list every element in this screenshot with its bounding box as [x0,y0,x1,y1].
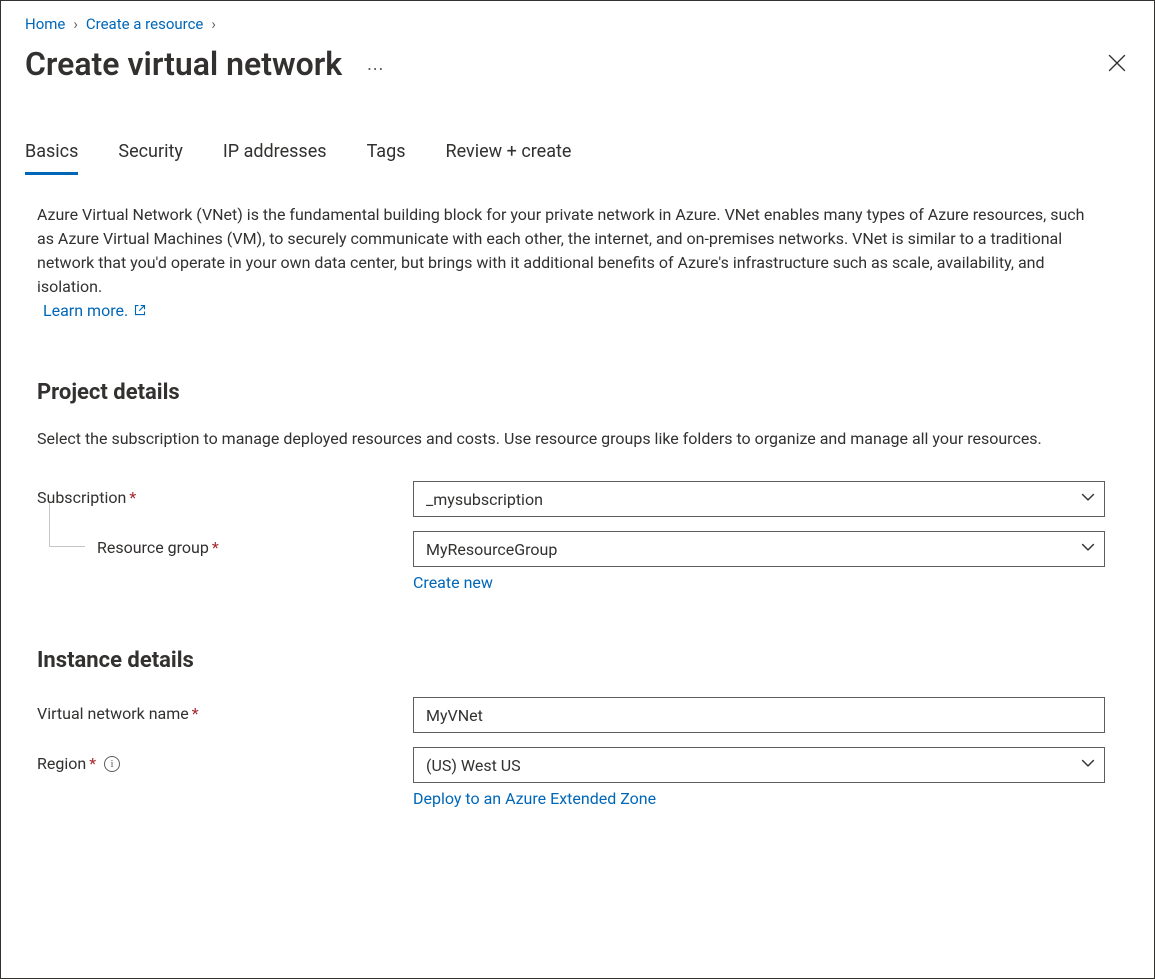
tab-ip-addresses[interactable]: IP addresses [223,141,327,175]
create-new-link[interactable]: Create new [413,573,493,592]
breadcrumb-home[interactable]: Home [25,15,65,33]
vnet-name-input[interactable] [413,697,1105,733]
deploy-extended-zone-link[interactable]: Deploy to an Azure Extended Zone [413,789,656,808]
close-button[interactable] [1102,48,1132,81]
resource-group-select[interactable] [413,531,1105,567]
vnet-name-label: Virtual network name [37,704,189,723]
chevron-right-icon: › [211,15,216,33]
intro-text: Azure Virtual Network (VNet) is the fund… [37,203,1105,299]
region-label: Region [37,754,86,773]
page-title: Create virtual network [25,45,342,83]
subscription-select[interactable] [413,481,1105,517]
project-details-heading: Project details [37,380,1105,405]
tabs: Basics Security IP addresses Tags Review… [1,83,1154,175]
required-indicator: * [129,488,136,507]
tab-security[interactable]: Security [118,141,182,175]
tab-tags[interactable]: Tags [367,141,406,175]
tab-basics[interactable]: Basics [25,141,78,175]
required-indicator: * [192,704,199,723]
breadcrumb: Home › Create a resource › [1,1,1154,41]
project-details-description: Select the subscription to manage deploy… [37,427,1105,451]
more-actions-button[interactable]: … [360,50,392,79]
learn-more-link[interactable]: Learn more. [43,301,146,320]
tab-review-create[interactable]: Review + create [446,141,572,175]
chevron-right-icon: › [73,15,78,33]
required-indicator: * [89,754,96,773]
resource-group-label: Resource group [97,538,209,557]
required-indicator: * [212,538,219,557]
close-icon [1108,54,1126,75]
region-select[interactable] [413,747,1105,783]
info-icon[interactable]: i [104,756,120,772]
indent-connector [49,503,85,547]
breadcrumb-create-resource[interactable]: Create a resource [86,15,204,33]
learn-more-label: Learn more. [43,301,128,320]
instance-details-heading: Instance details [37,648,1105,673]
external-link-icon [134,301,146,320]
